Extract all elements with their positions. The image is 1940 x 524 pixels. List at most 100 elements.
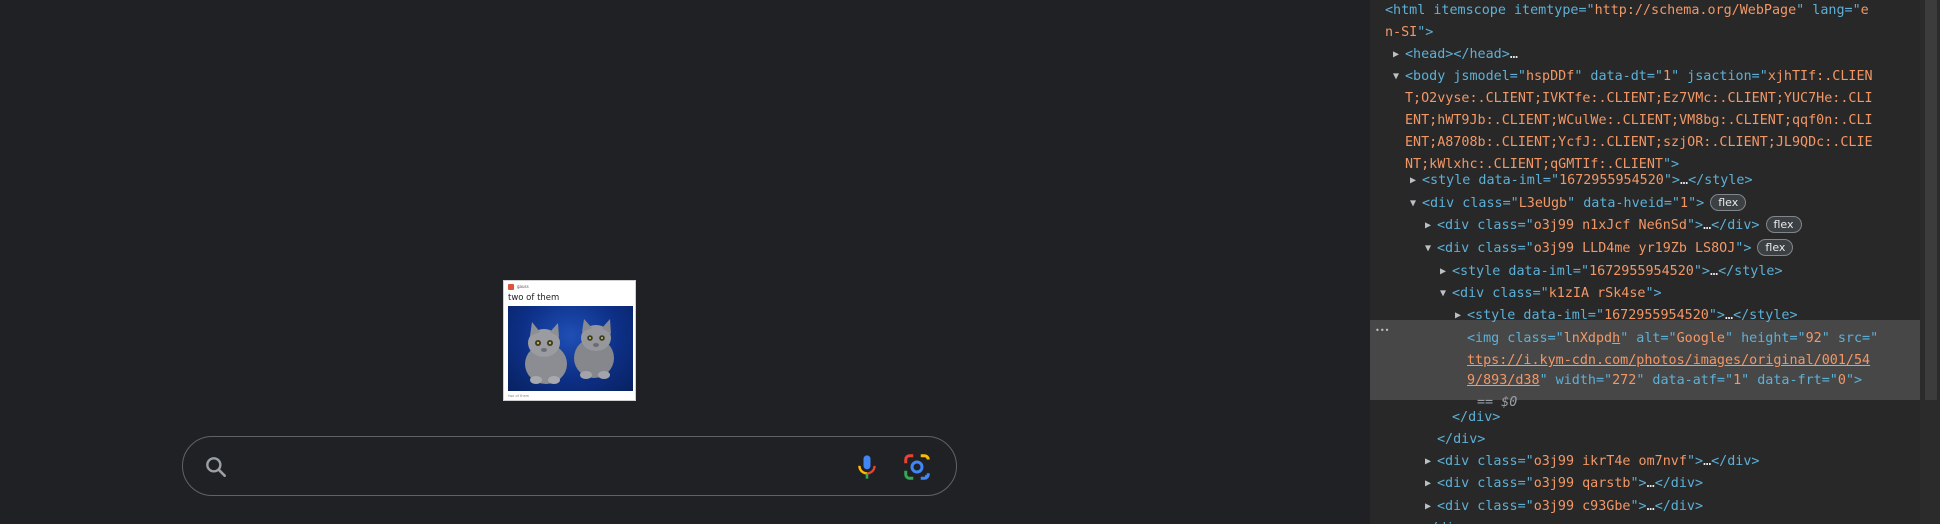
selected-node-marker: == $0 (1477, 395, 1518, 410)
tag-markup: "> (1735, 241, 1752, 256)
expand-node-arrow-icon[interactable]: ▶ (1422, 473, 1434, 495)
post-footer: two of them (508, 394, 530, 398)
dom-tree-line[interactable]: <div class="o3j99 LLD4me yr19Zb LS8OJ"> f… (1437, 238, 1794, 260)
attribute-value: T;O2vyse:.CLIENT;IVKTfe:.CLIENT;Ez7VMc:.… (1405, 91, 1873, 106)
devtools-scrollbar[interactable] (1920, 0, 1940, 524)
tag-markup: "> (1645, 286, 1662, 301)
tag-markup: "> (1686, 218, 1704, 233)
two-kittens-illustration (525, 319, 614, 384)
tag-markup: <html itemscope itemtype=" (1385, 3, 1595, 18)
flex-badge[interactable]: flex (1710, 194, 1747, 211)
collapse-node-arrow-icon[interactable]: ▼ (1390, 66, 1402, 88)
collapsed-ellipsis: … (1725, 308, 1734, 323)
post-header: gauss (508, 284, 529, 290)
expand-node-arrow-icon[interactable]: ▶ (1452, 305, 1464, 327)
attribute-value: 1 (1733, 373, 1742, 388)
collapse-node-arrow-icon[interactable]: ▼ (1437, 283, 1449, 305)
collapsed-ellipsis: … (1680, 173, 1689, 188)
dom-tree-line[interactable]: <img class="lnXdpdh" alt="Google" height… (1467, 328, 1878, 350)
tag-markup: " jsaction=" (1671, 69, 1768, 84)
resource-link[interactable]: ttps://i.kym-cdn.com/photos/images/origi… (1467, 353, 1870, 368)
search-input[interactable] (245, 451, 805, 481)
tag-markup: <div class=" (1452, 286, 1549, 301)
attribute-value: k1zIA rSk4se (1548, 286, 1646, 301)
search-box[interactable] (182, 436, 957, 496)
attribute-value: 92 (1805, 331, 1822, 346)
tag-markup: <style data-iml=" (1422, 173, 1560, 188)
dom-tree-line[interactable]: <body jsmodel="hspDDf" data-dt="1" jsact… (1405, 66, 1873, 88)
expand-node-arrow-icon[interactable]: ▶ (1390, 44, 1402, 66)
attribute-value: 1672955954520 (1604, 308, 1709, 323)
dom-tree-line[interactable]: ENT;hWT9Jb:.CLIENT;WCulWe:.CLIENT;VM8bg:… (1405, 110, 1873, 132)
tag-markup: </style> (1688, 173, 1753, 188)
tag-markup: "> (1708, 308, 1725, 323)
resource-link[interactable]: h (1612, 331, 1620, 346)
tag-markup: <div class=" (1437, 454, 1534, 469)
dom-tree-line[interactable]: n-SI"> (1385, 22, 1433, 44)
tag-markup: <style data-iml=" (1467, 308, 1605, 323)
expand-node-arrow-icon[interactable]: ▶ (1422, 215, 1434, 237)
dom-tree-line[interactable]: <div class="L3eUgb" data-hveid="1"> flex (1422, 193, 1747, 215)
dom-tree-line[interactable]: <div class="o3j99 n1xJcf Ne6nSd">…</div>… (1437, 215, 1802, 237)
user-avatar (508, 284, 514, 290)
dom-tree-line[interactable]: </div> (1422, 518, 1470, 524)
dom-tree-line[interactable]: <div class="o3j99 ikrT4e om7nvf">…</div> (1437, 451, 1760, 473)
tag-markup: </style> (1733, 308, 1798, 323)
tag-markup: "> (1630, 499, 1647, 514)
tag-markup: </div> (1654, 499, 1704, 514)
collapsed-ellipsis: … (1710, 264, 1719, 279)
attribute-value: Google (1676, 331, 1725, 346)
dom-tree-line[interactable]: </div> (1437, 429, 1485, 451)
collapse-node-arrow-icon[interactable]: ▼ (1407, 193, 1419, 215)
dom-tree-line[interactable]: <style data-iml="1672955954520">…</style… (1422, 170, 1753, 192)
dom-tree-line[interactable]: <style data-iml="1672955954520">…</style… (1467, 305, 1798, 327)
tag-markup: <div class=" (1437, 218, 1534, 233)
flex-badge[interactable]: flex (1757, 239, 1794, 256)
scrollbar-thumb[interactable] (1925, 0, 1937, 400)
google-lens-icon[interactable] (902, 452, 932, 482)
tag-markup: </div> (1654, 476, 1704, 491)
expand-node-arrow-icon[interactable]: ▶ (1437, 261, 1449, 283)
expand-node-arrow-icon[interactable]: ▶ (1422, 451, 1434, 473)
tag-markup: " src=" (1821, 331, 1879, 346)
attribute-value: 1 (1680, 196, 1689, 211)
tag-markup: " width=" (1539, 373, 1613, 388)
dom-tree-line[interactable]: <html itemscope itemtype="http://schema.… (1385, 0, 1869, 22)
tag-markup: </div> (1711, 454, 1760, 469)
kittens-photo (508, 306, 633, 391)
tag-markup: "> (1417, 25, 1434, 40)
tag-markup: <head> (1405, 47, 1454, 62)
dom-tree-line[interactable]: <div class="k1zIA rSk4se"> (1452, 283, 1662, 305)
attribute-value: 1672955954520 (1559, 173, 1664, 188)
tag-markup: " data-frt=" (1741, 373, 1838, 388)
dom-tree-line[interactable]: <head></head>… (1405, 44, 1518, 66)
dom-tree-line[interactable]: T;O2vyse:.CLIENT;IVKTfe:.CLIENT;Ez7VMc:.… (1405, 88, 1873, 110)
tag-markup: " alt=" (1620, 331, 1677, 346)
attribute-value: http://schema.org/WebPage (1594, 3, 1797, 18)
attribute-value: e (1860, 3, 1869, 18)
attribute-value: o3j99 c93Gbe (1533, 499, 1631, 514)
tag-markup: "> (1686, 454, 1704, 469)
dom-tree-line[interactable]: <div class="o3j99 c93Gbe">…</div> (1437, 496, 1703, 518)
flex-badge[interactable]: flex (1765, 216, 1802, 233)
dom-tree-line[interactable]: <style data-iml="1672955954520">…</style… (1452, 261, 1783, 283)
dom-tree-line[interactable]: <div class="o3j99 qarstb">…</div> (1437, 473, 1703, 495)
collapsed-ellipsis: … (1703, 218, 1712, 233)
collapse-node-arrow-icon[interactable]: ▼ (1422, 238, 1434, 260)
tag-markup: <div class=" (1422, 196, 1519, 211)
expand-node-arrow-icon[interactable]: ▶ (1422, 496, 1434, 518)
microphone-icon[interactable] (853, 453, 881, 481)
attribute-value: ENT;A8708b:.CLIENT;YcfJ:.CLIENT;szjOR:.C… (1405, 135, 1873, 150)
node-more-options-icon[interactable]: ••• (1375, 320, 1389, 342)
doodle-logo-image[interactable]: gauss two of them two of them (503, 280, 636, 401)
dom-tree-line[interactable]: ttps://i.kym-cdn.com/photos/images/origi… (1467, 350, 1870, 372)
attribute-value: 1 (1663, 69, 1672, 84)
dom-tree-line[interactable]: ENT;A8708b:.CLIENT;YcfJ:.CLIENT;szjOR:.C… (1405, 132, 1873, 154)
attribute-value: o3j99 n1xJcf Ne6nSd (1533, 218, 1687, 233)
expand-node-arrow-icon[interactable]: ▶ (1407, 170, 1419, 192)
attribute-value: 1672955954520 (1589, 264, 1694, 279)
dom-tree-line[interactable]: 9/893/d38" width="272" data-atf="1" data… (1467, 370, 1862, 392)
resource-link[interactable]: 9/893/d38 (1467, 373, 1540, 388)
attribute-value: hspDDf (1525, 69, 1575, 84)
tag-markup: </div> (1711, 218, 1760, 233)
